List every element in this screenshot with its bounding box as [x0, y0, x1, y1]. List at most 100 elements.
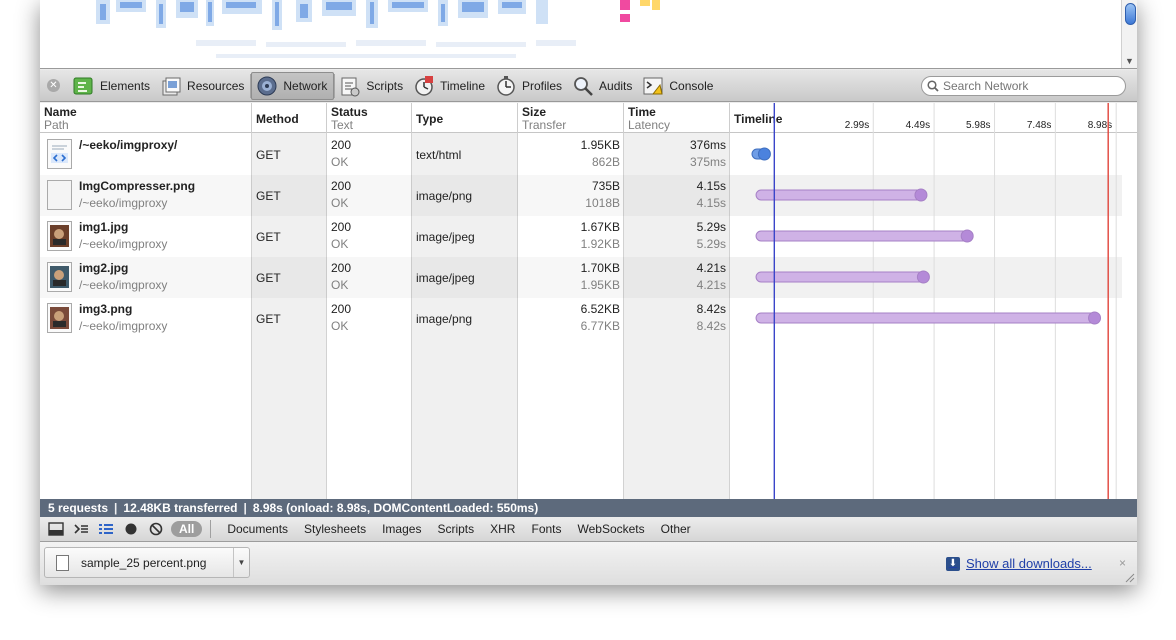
show-all-downloads-link[interactable]: ⬇ Show all downloads...: [946, 556, 1092, 571]
status-cell: 200 OK: [327, 134, 412, 175]
tab-console[interactable]: Console: [638, 72, 719, 100]
latency-value: 8.42s: [696, 319, 726, 333]
transfer-value: 862B: [591, 155, 620, 169]
table-row[interactable]: img1.jpg /~eeko/imgproxy GET 200 OK image/jpe…: [40, 216, 730, 257]
console-prompt-icon[interactable]: [72, 521, 90, 537]
tab-scripts[interactable]: Scripts: [335, 72, 409, 100]
filter-fonts[interactable]: Fonts: [531, 522, 561, 536]
header-name[interactable]: Name Path: [40, 103, 252, 133]
close-downloads-icon[interactable]: ×: [1119, 556, 1126, 570]
size-cell: 735B 1018B: [518, 175, 624, 216]
network-summary-bar: 5 requests | 12.48KB transferred | 8.98s (on…: [40, 499, 1137, 517]
tab-label: Elements: [100, 78, 151, 93]
image-thumbnail-icon: [47, 303, 72, 333]
request-name: img1.jpg: [79, 220, 129, 234]
size-value: 1.67KB: [580, 220, 620, 234]
header-status[interactable]: Status Text: [327, 103, 412, 133]
time-cell: 4.21s 4.21s: [624, 257, 730, 298]
dock-toggle-icon[interactable]: [47, 521, 65, 537]
show-all-downloads-label: Show all downloads...: [966, 556, 1092, 571]
name-cell[interactable]: img1.jpg /~eeko/imgproxy: [40, 216, 252, 257]
name-cell[interactable]: img3.png /~eeko/imgproxy: [40, 298, 252, 339]
html-document-icon: [47, 139, 72, 169]
status-cell: 200 OK: [327, 257, 412, 298]
browser-window: ▼ ✕ Elements Resources Network Scripts T…: [40, 0, 1137, 585]
request-type: image/jpeg: [416, 229, 475, 244]
page-scrollbar[interactable]: ▼: [1121, 0, 1137, 68]
filter-xhr[interactable]: XHR: [490, 522, 515, 536]
status-code: 200: [331, 220, 352, 234]
latency-value: 5.29s: [696, 237, 726, 251]
close-devtools-icon[interactable]: ✕: [47, 79, 60, 92]
timeline-area: [730, 103, 1137, 499]
status-cell: 200 OK: [327, 216, 412, 257]
timeline-bar: [755, 312, 1099, 324]
tab-resources[interactable]: Resources: [156, 72, 250, 100]
resources-icon: [160, 75, 182, 97]
status-text: OK: [331, 196, 349, 210]
filter-scripts[interactable]: Scripts: [437, 522, 474, 536]
search-input[interactable]: [943, 79, 1113, 93]
header-size[interactable]: Size Transfer: [518, 103, 624, 133]
filter-stylesheets[interactable]: Stylesheets: [304, 522, 366, 536]
header-time-label: Time: [628, 105, 656, 119]
request-name: ImgCompresser.png: [79, 179, 196, 193]
time-cell: 376ms 375ms: [624, 134, 730, 175]
table-row[interactable]: img3.png /~eeko/imgproxy GET 200 OK image/png…: [40, 298, 730, 339]
timeline-bar-end: [1088, 311, 1102, 325]
request-name: /~eeko/imgproxy/: [79, 138, 178, 152]
filter-images[interactable]: Images: [382, 522, 421, 536]
name-cell[interactable]: ImgCompresser.png /~eeko/imgproxy: [40, 175, 252, 216]
size-cell: 1.95KB 862B: [518, 134, 624, 175]
size-value: 735B: [591, 179, 620, 193]
large-rows-icon[interactable]: [97, 521, 115, 537]
header-type[interactable]: Type: [412, 103, 518, 133]
tab-audits[interactable]: Audits: [568, 72, 638, 100]
status-cell: 200 OK: [327, 175, 412, 216]
search-network-field[interactable]: [921, 76, 1126, 96]
table-row[interactable]: img2.jpg /~eeko/imgproxy GET 200 OK image/jpe…: [40, 257, 730, 298]
filter-documents[interactable]: Documents: [227, 522, 288, 536]
status-text: OK: [331, 237, 349, 251]
filter-all[interactable]: All: [171, 521, 203, 537]
timeline-bar-end: [960, 229, 974, 243]
header-transfer-label: Transfer: [522, 118, 567, 132]
scripts-icon: [339, 75, 361, 97]
table-row[interactable]: ImgCompresser.png /~eeko/imgproxy GET 200 OK…: [40, 175, 730, 216]
elements-icon: [73, 75, 95, 97]
scrollbar-thumb[interactable]: [1125, 3, 1136, 25]
clear-icon[interactable]: [147, 521, 165, 537]
download-item[interactable]: sample_25 percent.png ▼: [44, 547, 250, 578]
tab-network[interactable]: Network: [251, 71, 335, 100]
header-time[interactable]: Time Latency: [624, 103, 730, 133]
name-cell[interactable]: img2.jpg /~eeko/imgproxy: [40, 257, 252, 298]
request-path: /~eeko/imgproxy: [79, 196, 168, 210]
time-value: 4.21s: [696, 261, 726, 275]
tab-label: Console: [669, 78, 714, 93]
resize-grip-icon[interactable]: [1125, 573, 1135, 583]
timeline-bar: [755, 230, 971, 242]
status-text: OK: [331, 278, 349, 292]
tab-profiles[interactable]: Profiles: [491, 72, 568, 100]
filter-other[interactable]: Other: [661, 522, 691, 536]
size-value: 1.95KB: [580, 138, 620, 152]
record-icon[interactable]: [122, 521, 140, 537]
time-cell: 4.15s 4.15s: [624, 175, 730, 216]
request-path: /~eeko/imgproxy: [79, 278, 168, 292]
summary-transferred: 12.48KB transferred: [123, 501, 238, 515]
image-thumbnail-icon: [47, 180, 72, 210]
download-filename: sample_25 percent.png: [81, 555, 207, 570]
tab-timeline[interactable]: Timeline: [409, 72, 491, 100]
audits-icon: [572, 75, 594, 97]
status-text: OK: [331, 155, 349, 169]
scroll-down-arrow-icon[interactable]: ▼: [1125, 56, 1134, 66]
filter-websockets[interactable]: WebSockets: [578, 522, 645, 536]
summary-separator: |: [243, 501, 247, 515]
tab-elements[interactable]: Elements: [69, 72, 156, 100]
header-method[interactable]: Method: [252, 103, 327, 133]
name-cell[interactable]: /~eeko/imgproxy/: [40, 134, 252, 175]
timeline-bar: [755, 271, 927, 283]
page-content-area: ▼: [40, 0, 1137, 69]
download-menu-arrow-icon[interactable]: ▼: [233, 548, 249, 577]
table-row[interactable]: /~eeko/imgproxy/GET 200 OK text/html 1.95KB 8…: [40, 134, 730, 175]
